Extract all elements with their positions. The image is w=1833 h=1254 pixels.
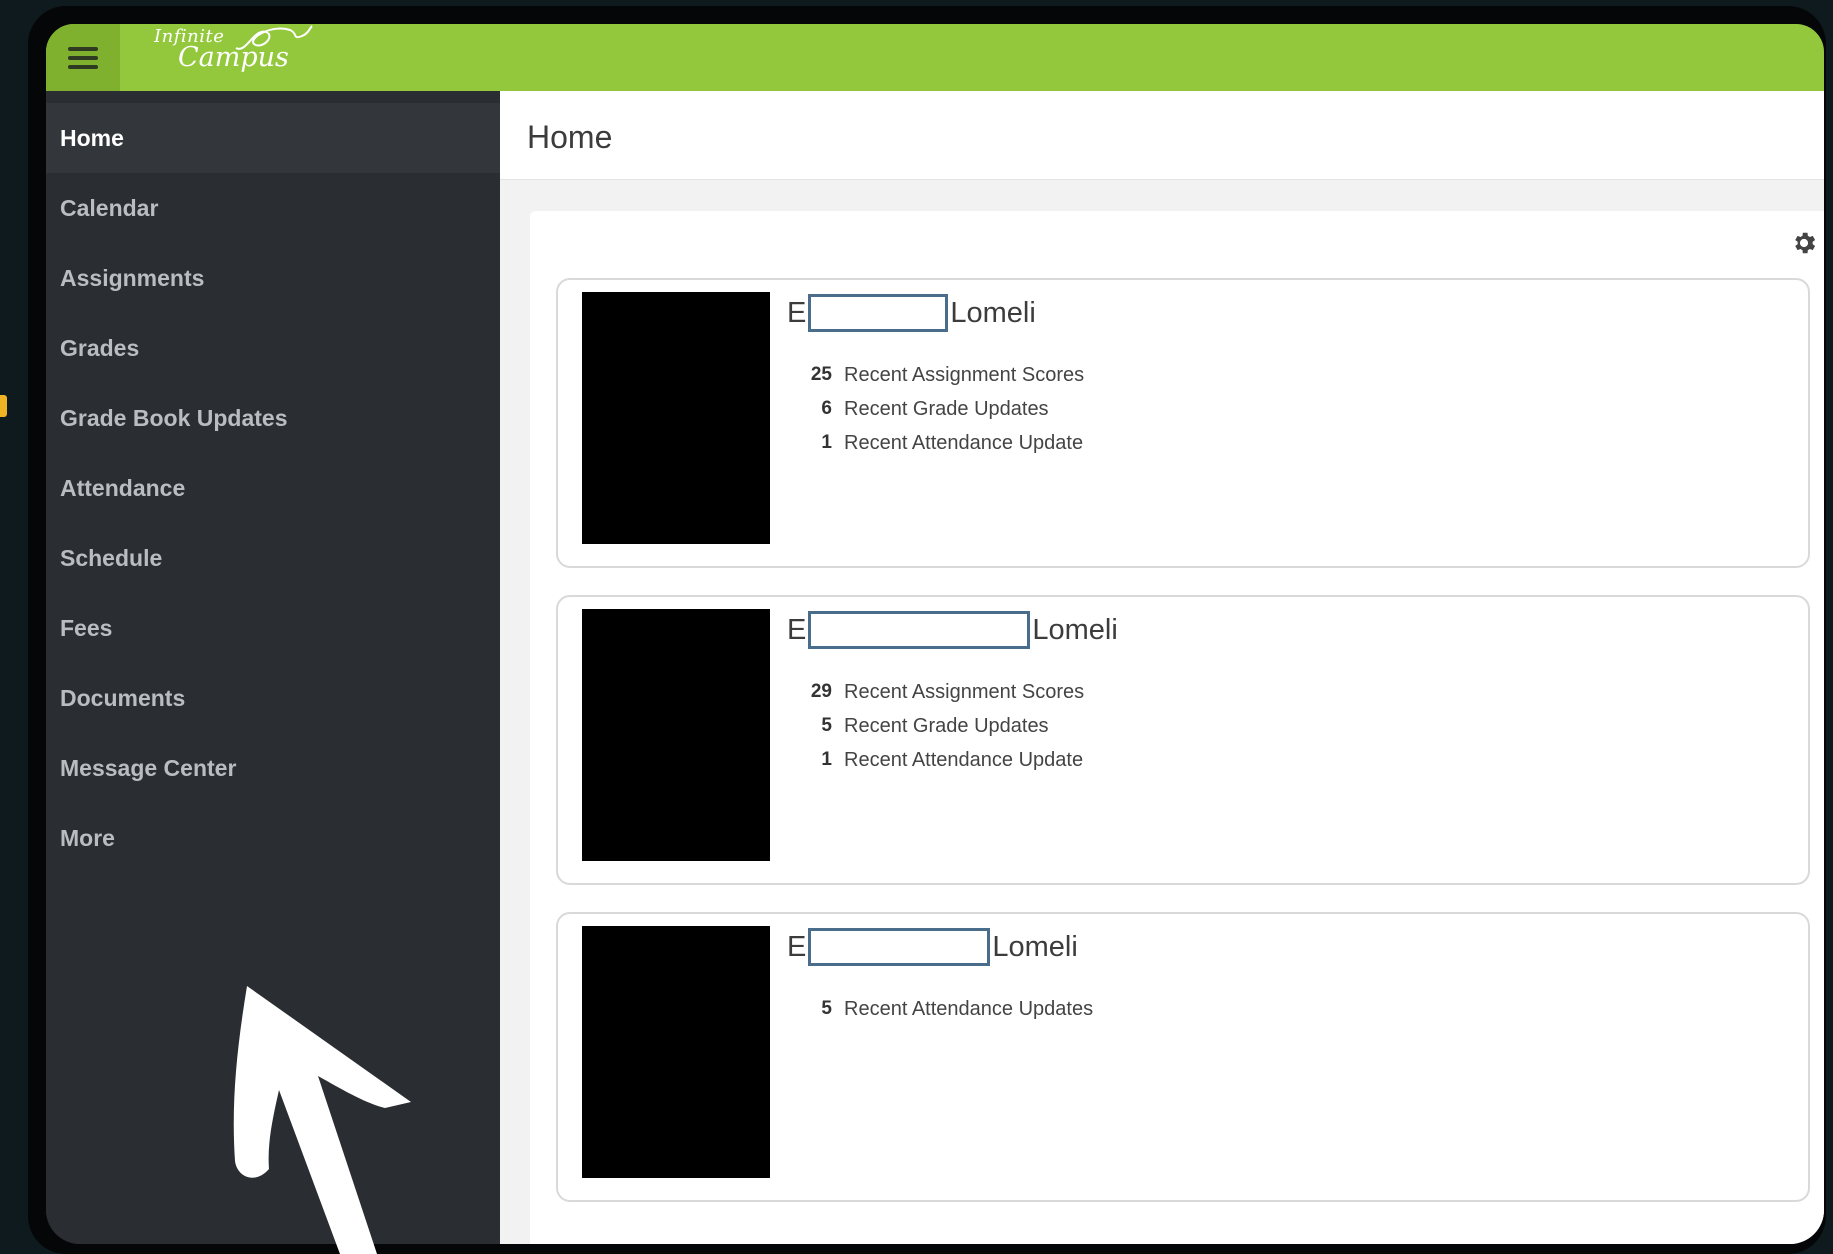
stat-label[interactable]: Recent Assignment Scores xyxy=(844,364,1084,387)
redacted-first-name xyxy=(808,611,1031,649)
sidebar-item-attendance[interactable]: Attendance xyxy=(46,453,500,523)
stat-count: 1 xyxy=(821,749,832,770)
student-photo xyxy=(582,926,770,1178)
page-header: Home xyxy=(500,91,1824,180)
student-stats: 25 Recent Assignment Scores 6 Recent Gra… xyxy=(788,358,1084,460)
redacted-first-name xyxy=(808,294,949,332)
stat-label[interactable]: Recent Attendance Update xyxy=(844,432,1083,455)
stat-count: 25 xyxy=(810,364,832,385)
logo-text-campus: Campus xyxy=(178,42,289,73)
student-last-name: Lomeli xyxy=(950,296,1036,329)
student-stats: 29 Recent Assignment Scores 5 Recent Gra… xyxy=(788,675,1084,777)
sidebar-item-documents[interactable]: Documents xyxy=(46,663,500,733)
sidebar-item-grade-book-updates[interactable]: Grade Book Updates xyxy=(46,383,500,453)
stat-row[interactable]: 25 Recent Assignment Scores xyxy=(788,358,1084,392)
student-name[interactable]: E Lomeli xyxy=(787,926,1078,968)
student-first-initial: E xyxy=(787,930,807,963)
stat-label[interactable]: Recent Attendance Updates xyxy=(844,998,1093,1021)
student-card[interactable]: E Lomeli 29 Recent Assignment Scores 5 R… xyxy=(556,595,1810,885)
stat-row[interactable]: 29 Recent Assignment Scores xyxy=(788,675,1084,709)
sidebar-item-calendar[interactable]: Calendar xyxy=(46,173,500,243)
edge-accent xyxy=(0,395,7,417)
student-name[interactable]: E Lomeli xyxy=(787,292,1036,334)
student-first-initial: E xyxy=(787,296,807,329)
student-name[interactable]: E Lomeli xyxy=(787,609,1118,651)
sidebar-item-fees[interactable]: Fees xyxy=(46,593,500,663)
sidebar-item-home[interactable]: Home xyxy=(46,103,500,173)
student-last-name: Lomeli xyxy=(992,930,1078,963)
stat-label[interactable]: Recent Assignment Scores xyxy=(844,681,1084,704)
student-photo xyxy=(582,292,770,544)
stat-label[interactable]: Recent Grade Updates xyxy=(844,398,1049,421)
stat-count: 1 xyxy=(821,432,832,453)
student-stats: 5 Recent Attendance Updates xyxy=(788,992,1093,1026)
stat-row[interactable]: 1 Recent Attendance Update xyxy=(788,426,1084,460)
stat-count: 29 xyxy=(810,681,832,702)
student-first-initial: E xyxy=(787,613,807,646)
annotation-arrow-icon xyxy=(233,986,411,1254)
stat-row[interactable]: 5 Recent Attendance Updates xyxy=(788,992,1093,1026)
stat-row[interactable]: 5 Recent Grade Updates xyxy=(788,709,1084,743)
sidebar-item-assignments[interactable]: Assignments xyxy=(46,243,500,313)
sidebar-item-schedule[interactable]: Schedule xyxy=(46,523,500,593)
stat-count: 5 xyxy=(821,715,832,736)
stat-row[interactable]: 6 Recent Grade Updates xyxy=(788,392,1084,426)
students-panel: E Lomeli 25 Recent Assignment Scores 6 R… xyxy=(530,211,1824,1244)
stat-label[interactable]: Recent Attendance Update xyxy=(844,749,1083,772)
sidebar-item-message-center[interactable]: Message Center xyxy=(46,733,500,803)
main-content: Home E Lomeli 25 Recent Assignment Score… xyxy=(500,91,1824,1244)
redacted-first-name xyxy=(808,928,991,966)
stat-row[interactable]: 1 Recent Attendance Update xyxy=(788,743,1084,777)
hamburger-icon xyxy=(68,42,98,74)
sidebar-item-more[interactable]: More xyxy=(46,803,500,873)
student-last-name: Lomeli xyxy=(1032,613,1118,646)
hamburger-menu-button[interactable] xyxy=(46,24,120,91)
stat-count: 5 xyxy=(821,998,832,1019)
stat-label[interactable]: Recent Grade Updates xyxy=(844,715,1049,738)
top-bar: Infinite Campus xyxy=(46,24,1824,91)
student-card[interactable]: E Lomeli 5 Recent Attendance Updates xyxy=(556,912,1810,1202)
stat-count: 6 xyxy=(821,398,832,419)
infinite-campus-logo[interactable]: Infinite Campus xyxy=(154,24,324,88)
student-photo xyxy=(582,609,770,861)
student-card[interactable]: E Lomeli 25 Recent Assignment Scores 6 R… xyxy=(556,278,1810,568)
sidebar-item-grades[interactable]: Grades xyxy=(46,313,500,383)
page-title: Home xyxy=(527,119,613,155)
gear-icon[interactable] xyxy=(1790,229,1818,257)
